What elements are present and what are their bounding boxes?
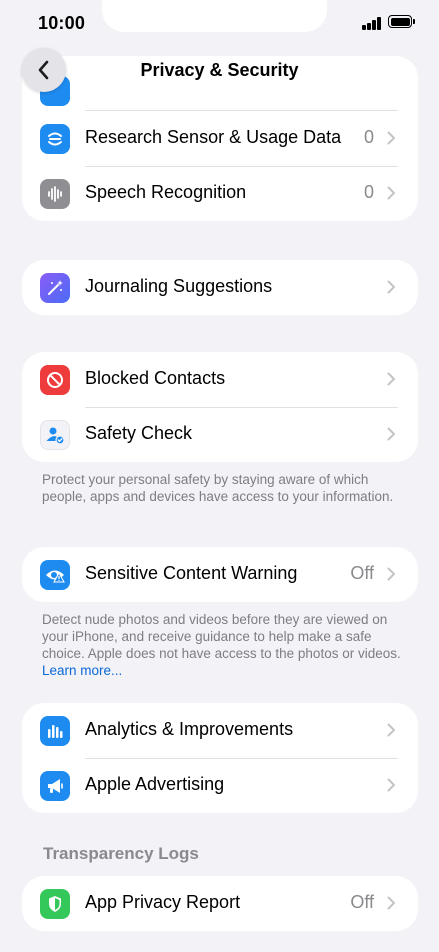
chevron-right-icon <box>387 896 395 910</box>
row-label: Speech Recognition <box>85 182 247 202</box>
row-blocked-contacts[interactable]: Blocked Contacts <box>22 352 418 407</box>
row-speech-recognition[interactable]: Speech Recognition 0 <box>22 166 418 221</box>
row-safety-check[interactable]: Safety Check <box>22 407 418 462</box>
settings-group-analytics: Analytics & Improvements Apple Advertisi… <box>22 703 418 813</box>
status-time: 10:00 <box>38 13 86 33</box>
shield-icon <box>40 889 70 919</box>
row-sensitive-content-warning[interactable]: Sensitive Content Warning Off <box>22 547 418 602</box>
row-value: Off <box>350 563 374 583</box>
magic-wand-icon <box>40 273 70 303</box>
row-label: App Privacy Report <box>85 892 241 912</box>
sensitive-content-footnote: Detect nude photos and videos before the… <box>42 611 402 679</box>
chevron-right-icon <box>387 131 395 145</box>
chevron-right-icon <box>387 723 395 737</box>
section-header-transparency-logs: Transparency Logs <box>43 844 199 863</box>
row-label: Apple Advertising <box>85 774 225 794</box>
chevron-right-icon <box>387 280 395 294</box>
settings-group-transparency: App Privacy Report Off <box>22 876 418 931</box>
row-value: Off <box>350 892 374 912</box>
eye-warning-icon <box>40 560 70 590</box>
row-value: 0 <box>363 127 374 147</box>
battery-icon <box>388 15 415 28</box>
settings-group-safety: Blocked Contacts Safety Check <box>22 352 418 462</box>
page-title: Privacy & Security <box>140 60 299 80</box>
chevron-right-icon <box>387 427 395 441</box>
row-research-sensor[interactable]: Research Sensor & Usage Data 0 <box>22 111 418 166</box>
row-label: Blocked Contacts <box>85 368 226 388</box>
row-label: Safety Check <box>85 423 193 443</box>
row-journaling-suggestions[interactable]: Journaling Suggestions <box>22 260 418 315</box>
research-sensor-icon <box>40 124 70 154</box>
chevron-right-icon <box>387 567 395 581</box>
learn-more-link[interactable]: Learn more... <box>42 663 122 678</box>
notch <box>102 0 327 32</box>
settings-group-journaling: Journaling Suggestions <box>22 260 418 315</box>
row-app-privacy-report[interactable]: App Privacy Report Off <box>22 876 418 931</box>
row-label: Analytics & Improvements <box>85 719 294 739</box>
bar-chart-icon <box>40 716 70 746</box>
row-value: 0 <box>363 182 374 202</box>
row-label: Journaling Suggestions <box>85 276 273 296</box>
row-analytics-improvements[interactable]: Analytics & Improvements <box>22 703 418 758</box>
settings-group-sensitive-content: Sensitive Content Warning Off <box>22 547 418 602</box>
phone-screen: 10:00 Research Sensor & Usage Data 0 Spe… <box>0 0 439 952</box>
navigation-bar: Privacy & Security <box>0 46 439 96</box>
row-label: Research Sensor & Usage Data <box>85 127 342 147</box>
chevron-right-icon <box>387 372 395 386</box>
cellular-signal-icon <box>362 17 382 30</box>
chevron-right-icon <box>387 778 395 792</box>
footnote-text: Detect nude photos and videos before the… <box>42 612 401 661</box>
safety-footnote: Protect your personal safety by staying … <box>42 472 394 504</box>
person-check-icon <box>40 420 70 450</box>
megaphone-icon <box>40 771 70 801</box>
chevron-right-icon <box>387 186 395 200</box>
blocked-icon <box>40 365 70 395</box>
status-bar: 10:00 <box>0 0 439 46</box>
row-label: Sensitive Content Warning <box>85 563 298 583</box>
waveform-icon <box>40 179 70 209</box>
row-apple-advertising[interactable]: Apple Advertising <box>22 758 418 813</box>
